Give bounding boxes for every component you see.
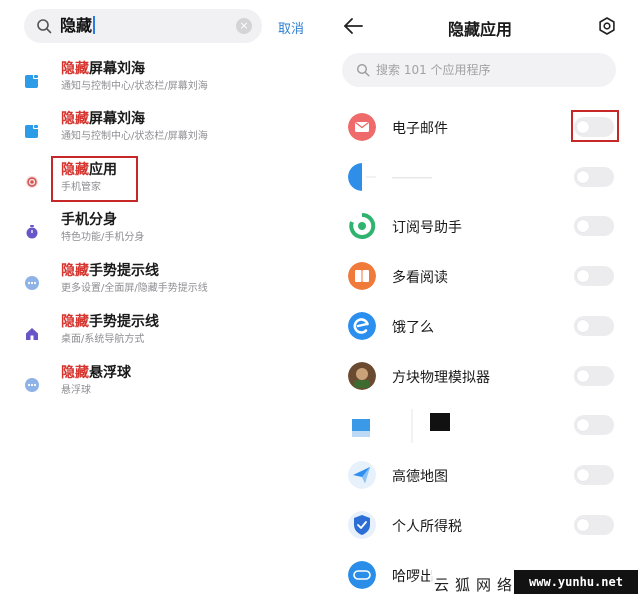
search-query[interactable]: 隐藏 <box>60 15 96 37</box>
app-name: 哈啰出 <box>392 569 434 585</box>
page-title: 隐藏应用 <box>447 20 512 39</box>
gear-icon[interactable] <box>598 17 616 35</box>
result-path: 通知与控制中心/状态栏/屏幕刘海 <box>61 131 208 142</box>
stopwatch-icon <box>26 225 38 239</box>
search-icon <box>37 19 52 34</box>
blurred-name-block <box>411 409 450 443</box>
more-dots-icon <box>25 276 39 290</box>
result-path: 更多设置/全面屏/隐藏手势提示线 <box>61 283 208 294</box>
notch-icon <box>25 124 39 138</box>
site-watermark: 云狐网络 www.yunhu.net <box>430 566 640 599</box>
mail-icon <box>348 113 376 141</box>
hidden-apps-pane: 隐藏应用 电子邮件 <box>320 0 640 599</box>
settings-search-bar[interactable]: 隐藏 × <box>24 9 262 43</box>
hide-toggle[interactable] <box>574 415 614 435</box>
app-search-bar[interactable] <box>342 53 616 87</box>
app-search-input[interactable] <box>376 61 596 79</box>
app-name: 电子邮件 <box>392 121 448 137</box>
x-circle-icon[interactable]: × <box>236 18 252 34</box>
eleme-icon <box>348 312 376 340</box>
app-name: 多看阅读 <box>392 270 448 286</box>
toggle-knob <box>577 519 589 531</box>
search-result-item[interactable]: 手机分身 特色功能/手机分身 <box>0 211 320 259</box>
shield-icon <box>348 511 376 539</box>
search-result-item[interactable]: 隐藏悬浮球 悬浮球 <box>0 364 320 412</box>
toggle-knob <box>577 419 589 431</box>
hide-toggle[interactable] <box>574 266 614 286</box>
half-circle-icon <box>348 163 376 191</box>
app-row: 多看阅读 <box>320 252 640 300</box>
book-icon <box>348 262 376 290</box>
app-name: 个人所得税 <box>392 519 462 535</box>
result-title: 隐藏屏幕刘海 <box>61 61 145 77</box>
text-caret <box>93 16 96 34</box>
toggle-knob <box>577 270 589 282</box>
target-icon <box>26 176 38 188</box>
settings-search-pane: 隐藏 × 取消 隐藏屏幕刘海 通知与控制中心/状态栏/屏幕刘海 隐藏屏幕刘海 通… <box>0 0 320 599</box>
app-row: 个人所得税 <box>320 501 640 549</box>
result-title: 隐藏手势提示线 <box>61 263 159 279</box>
watermark-cn: 云狐网络 <box>434 576 519 594</box>
hide-toggle[interactable] <box>574 216 614 236</box>
search-icon <box>356 63 370 77</box>
app-row <box>320 153 640 201</box>
hide-toggle[interactable] <box>574 366 614 386</box>
annotation-highlight-box <box>51 156 138 202</box>
annotation-toggle-box <box>571 110 619 142</box>
toggle-knob <box>577 469 589 481</box>
toggle-knob <box>577 171 589 183</box>
notch-icon <box>25 74 39 88</box>
app-name: 高德地图 <box>392 469 448 485</box>
result-title: 隐藏悬浮球 <box>61 365 131 381</box>
search-result-item[interactable]: 隐藏手势提示线 桌面/系统导航方式 <box>0 313 320 361</box>
toggle-knob <box>577 370 589 382</box>
search-result-item-hide-apps[interactable]: 隐藏应用 手机管家 <box>0 161 320 209</box>
result-title: 隐藏手势提示线 <box>61 314 159 330</box>
hide-toggle[interactable] <box>574 465 614 485</box>
app-name: 订阅号助手 <box>392 220 462 236</box>
toggle-knob <box>577 320 589 332</box>
more-dots-icon <box>25 378 39 392</box>
app-row: 饿了么 <box>320 302 640 350</box>
square-icon <box>352 419 370 437</box>
home-icon <box>26 328 38 340</box>
map-arrow-icon <box>348 461 376 489</box>
result-title: 手机分身 <box>61 212 117 228</box>
app-name: 方块物理模拟器 <box>392 370 490 386</box>
result-path: 悬浮球 <box>61 385 91 396</box>
search-result-item[interactable]: 隐藏屏幕刘海 通知与控制中心/状态栏/屏幕刘海 <box>0 110 320 158</box>
search-result-item[interactable]: 隐藏手势提示线 更多设置/全面屏/隐藏手势提示线 <box>0 262 320 310</box>
result-title: 隐藏屏幕刘海 <box>61 111 145 127</box>
result-path: 桌面/系统导航方式 <box>61 334 145 345</box>
search-result-item[interactable]: 隐藏屏幕刘海 通知与控制中心/状态栏/屏幕刘海 <box>0 60 320 108</box>
hide-toggle[interactable] <box>574 167 614 187</box>
app-row <box>320 401 640 449</box>
cancel-button[interactable]: 取消 <box>278 18 304 37</box>
app-row: 订阅号助手 <box>320 202 640 250</box>
watermark-url: www.yunhu.net <box>514 570 638 594</box>
blurred-name-bar <box>392 177 432 179</box>
game-avatar-icon <box>348 362 376 390</box>
subscription-icon <box>348 212 376 240</box>
toggle-knob <box>577 220 589 232</box>
app-row: 高德地图 <box>320 451 640 499</box>
hello-icon <box>348 561 376 589</box>
result-path: 特色功能/手机分身 <box>61 232 145 243</box>
result-path: 通知与控制中心/状态栏/屏幕刘海 <box>61 81 208 92</box>
hide-toggle[interactable] <box>574 316 614 336</box>
app-name: 饿了么 <box>392 320 434 336</box>
app-row: 方块物理模拟器 <box>320 352 640 400</box>
hide-toggle[interactable] <box>574 515 614 535</box>
